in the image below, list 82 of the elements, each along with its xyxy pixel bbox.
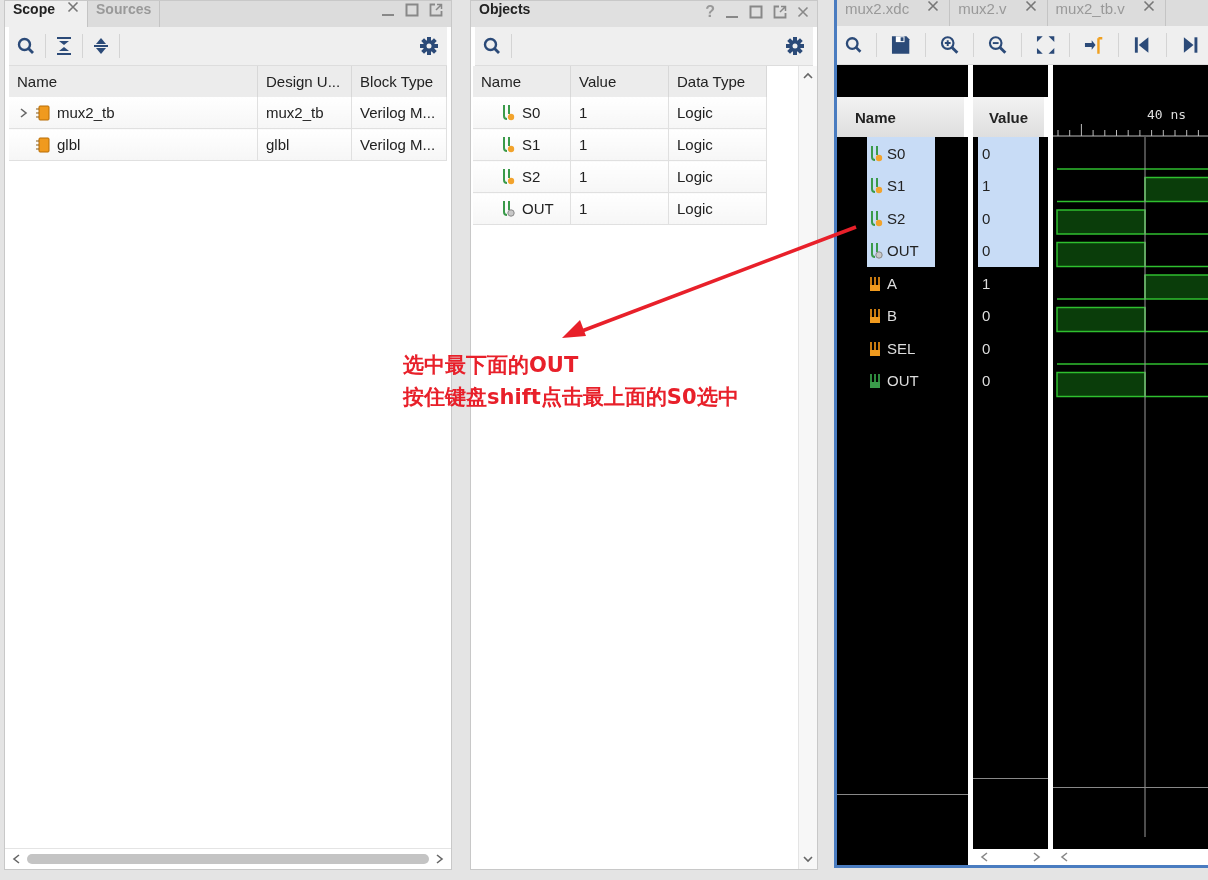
signal-icon <box>869 242 883 260</box>
settings-icon[interactable] <box>419 36 439 56</box>
zoom-out-icon[interactable] <box>987 35 1008 55</box>
time-label: 40 ns <box>1147 107 1187 122</box>
signal-value: 1 <box>981 273 992 294</box>
close-icon[interactable] <box>1142 0 1155 12</box>
go-to-cursor-icon[interactable] <box>1084 35 1104 55</box>
signal-name[interactable]: SEL <box>867 332 935 365</box>
signal-icon <box>869 144 883 162</box>
table-cell: mux2_tb <box>257 97 352 129</box>
signal-value: 0 <box>981 338 992 359</box>
panel-tab[interactable]: Scope <box>5 1 88 27</box>
signal-value: 1 <box>978 169 1039 202</box>
close-icon[interactable] <box>67 1 79 13</box>
zoom-fit-icon[interactable] <box>1036 35 1056 55</box>
signal-icon <box>869 307 883 325</box>
signal-name[interactable]: OUT <box>867 234 935 267</box>
search-icon[interactable] <box>845 36 863 54</box>
signal-name[interactable]: S1 <box>867 169 935 202</box>
object-name[interactable]: OUT <box>522 200 554 217</box>
table-cell: Logic <box>668 97 767 129</box>
table-cell: 1 <box>570 160 669 193</box>
signal-icon <box>501 136 515 153</box>
object-name[interactable]: S2 <box>522 168 541 185</box>
save-icon[interactable] <box>891 35 911 55</box>
signal-icon <box>501 168 515 185</box>
signal-icon <box>501 104 515 121</box>
column-header[interactable]: Name <box>855 108 896 126</box>
close-icon[interactable] <box>927 0 940 12</box>
search-icon[interactable] <box>17 37 35 55</box>
collapse-all-icon[interactable] <box>56 37 72 55</box>
column-header[interactable]: Block Type <box>351 66 447 97</box>
scope-name[interactable]: glbl <box>57 136 81 153</box>
table-cell: glbl <box>257 128 352 161</box>
signal-value: 0 <box>978 137 1039 170</box>
signal-value: 0 <box>981 306 992 327</box>
zoom-in-icon[interactable] <box>939 35 959 55</box>
signal-name[interactable]: B <box>867 299 935 332</box>
annotation-text: 按住键盘shift点击最上面的S0选中 <box>403 384 739 411</box>
column-header[interactable]: Design U... <box>257 66 352 97</box>
settings-icon[interactable] <box>785 36 805 56</box>
maximize-icon[interactable] <box>749 5 763 19</box>
annotation-text: 选中最下面的OUT <box>403 352 580 379</box>
signal-name[interactable]: OUT <box>867 364 935 397</box>
signal-icon <box>869 372 883 390</box>
column-header[interactable]: Data Type <box>668 66 767 97</box>
chip-icon <box>36 104 50 121</box>
float-window-icon[interactable] <box>429 3 443 17</box>
object-name[interactable]: S1 <box>522 136 541 153</box>
signal-icon <box>869 274 883 292</box>
signal-name[interactable]: S2 <box>867 202 935 235</box>
close-icon[interactable] <box>797 6 809 18</box>
object-name[interactable]: S0 <box>522 104 541 121</box>
table-cell: Logic <box>668 160 767 193</box>
expand-all-icon[interactable] <box>93 37 109 55</box>
column-header[interactable]: Value <box>570 66 669 97</box>
table-cell: Logic <box>668 128 767 161</box>
column-header[interactable]: Name <box>473 66 571 97</box>
signal-icon <box>869 209 883 227</box>
panel-title: Objects <box>478 1 531 17</box>
scrollbar-thumb[interactable] <box>27 854 429 864</box>
signal-icon <box>869 339 883 357</box>
close-icon[interactable] <box>1024 0 1037 12</box>
column-header[interactable]: Name <box>9 66 258 97</box>
signal-name[interactable]: A <box>867 267 935 300</box>
maximize-icon[interactable] <box>405 3 419 17</box>
signal-icon <box>869 177 883 195</box>
table-cell: Logic <box>668 192 767 225</box>
chip-icon <box>36 136 50 153</box>
signal-value: 0 <box>978 202 1039 235</box>
signal-name[interactable]: S0 <box>867 137 935 170</box>
search-icon[interactable] <box>483 37 501 55</box>
float-window-icon[interactable] <box>773 5 787 19</box>
table-cell: 1 <box>570 128 669 161</box>
table-cell: 1 <box>570 192 669 225</box>
table-cell: 1 <box>570 97 669 129</box>
table-cell: Verilog M... <box>351 97 447 129</box>
signal-value: 0 <box>978 234 1039 267</box>
signal-value: 0 <box>981 371 992 392</box>
scope-name[interactable]: mux2_tb <box>57 104 115 121</box>
table-cell: Verilog M... <box>351 128 447 161</box>
signal-icon <box>501 200 515 217</box>
